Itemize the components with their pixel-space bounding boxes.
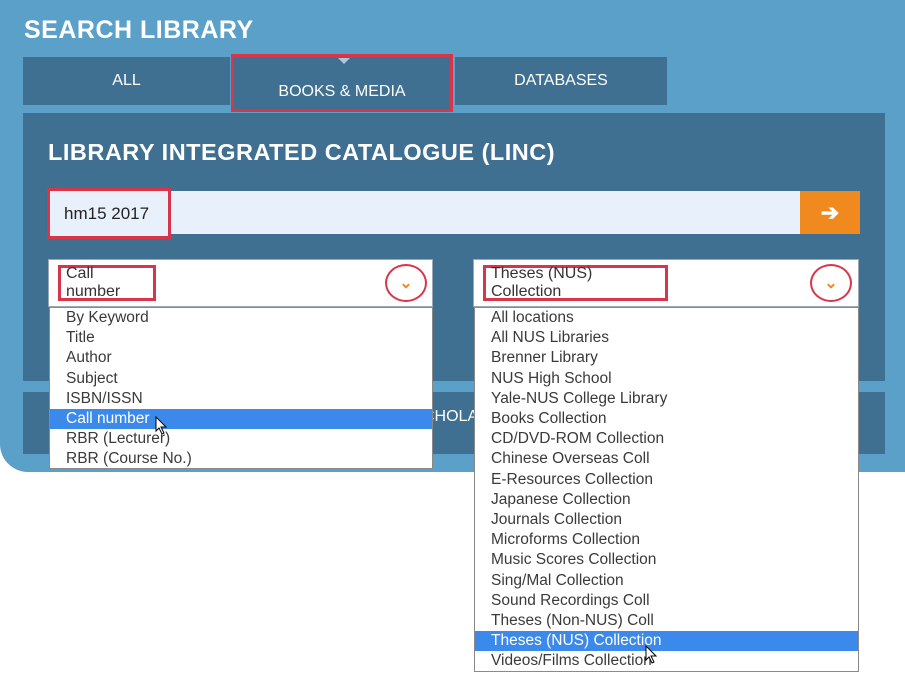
location-option[interactable]: Brenner Library <box>475 348 858 368</box>
active-tab-indicator <box>338 58 350 64</box>
location-select[interactable]: Theses (NUS) Collection ⌄ <box>473 259 859 307</box>
search-input-value[interactable]: hm15 2017 <box>47 188 171 239</box>
location-option[interactable]: Yale-NUS College Library <box>475 389 858 409</box>
mouse-cursor-icon <box>645 645 658 664</box>
location-option[interactable]: Sound Recordings Coll <box>475 591 858 611</box>
location-option[interactable]: CD/DVD-ROM Collection <box>475 429 858 449</box>
location-dropdown-list: All locations All NUS Libraries Brenner Li… <box>474 307 859 672</box>
search_type-option[interactable]: RBR (Lecturer) <box>50 429 432 449</box>
search_type-option[interactable]: Title <box>50 328 432 348</box>
location-option[interactable]: Microforms Collection <box>475 530 858 550</box>
location-selected: Theses (NUS) Collection <box>483 265 668 301</box>
mouse-cursor-icon <box>155 416 168 435</box>
location-option[interactable]: Videos/Films Collection <box>475 651 858 671</box>
search_type-option[interactable]: ISBN/ISSN <box>50 389 432 409</box>
location-option[interactable]: Japanese Collection <box>475 490 858 510</box>
location-option[interactable]: All NUS Libraries <box>475 328 858 348</box>
location-option[interactable]: E-Resources Collection <box>475 470 858 490</box>
page-title: SEARCH LIBRARY <box>24 16 254 44</box>
search_type-option[interactable]: Subject <box>50 369 432 389</box>
search_type-option[interactable]: By Keyword <box>50 308 432 328</box>
search_type-option[interactable]: Author <box>50 348 432 368</box>
tab-books-media-label: BOOKS & MEDIA <box>278 83 406 100</box>
chevron-down-icon[interactable]: ⌄ <box>810 264 852 302</box>
tab-databases-label: DATABASES <box>514 72 608 89</box>
location-option[interactable]: Journals Collection <box>475 510 858 530</box>
location-option[interactable]: Theses (Non-NUS) Coll <box>475 611 858 631</box>
location-option[interactable]: Sing/Mal Collection <box>475 571 858 591</box>
search-type-select[interactable]: Call number ⌄ <box>48 259 433 307</box>
search_type-option[interactable]: Call number <box>50 409 432 429</box>
location-option[interactable]: Music Scores Collection <box>475 550 858 570</box>
tab-databases[interactable]: DATABASES <box>455 57 667 105</box>
location-option[interactable]: Chinese Overseas Coll <box>475 449 858 469</box>
location-option[interactable]: NUS High School <box>475 369 858 389</box>
location-option[interactable]: Books Collection <box>475 409 858 429</box>
tab-all[interactable]: ALL <box>23 57 230 105</box>
chevron-down-icon[interactable]: ⌄ <box>385 264 427 302</box>
arrow-right-icon: ➔ <box>820 199 840 225</box>
location-option[interactable]: Theses (NUS) Collection <box>475 631 858 652</box>
tab-all-label: ALL <box>112 72 141 89</box>
catalogue-title: LIBRARY INTEGRATED CATALOGUE (LINC) <box>48 139 556 165</box>
search_type-option[interactable]: RBR (Course No.) <box>50 449 432 469</box>
search-submit-button[interactable]: ➔ <box>800 191 860 234</box>
search-type-dropdown-list: By Keyword Title Author Subject ISBN/ISSN Cal… <box>49 307 433 469</box>
search-type-selected: Call number <box>58 265 156 301</box>
location-option[interactable]: All locations <box>475 308 858 328</box>
